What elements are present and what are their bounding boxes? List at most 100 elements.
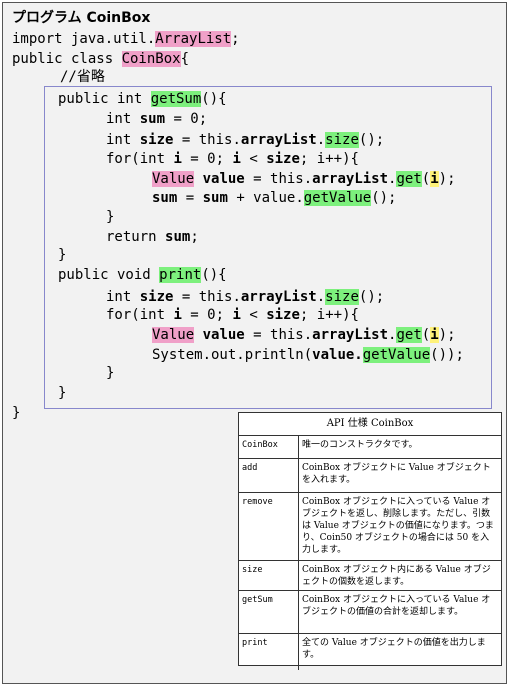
api-row: add CoinBox オブジェクトに Value オブジェクトを入れます。 bbox=[239, 459, 501, 493]
code-line-size-init: int size = this.arrayList.size(); bbox=[106, 131, 384, 149]
get-method-highlight: get bbox=[396, 327, 422, 343]
i-var: i bbox=[232, 151, 241, 167]
arraylist-field: arrayList bbox=[312, 327, 389, 343]
call-end: (); bbox=[358, 289, 385, 305]
increment: i++ bbox=[316, 307, 343, 323]
paren-close: ); bbox=[438, 171, 456, 187]
getvalue-method-highlight: getValue bbox=[303, 190, 372, 206]
size-method-highlight: size bbox=[325, 289, 359, 305]
getvalue-method-highlight: getValue bbox=[362, 347, 431, 363]
println-call: System.out.println( bbox=[152, 347, 313, 363]
less-than: < bbox=[240, 307, 267, 323]
int-keyword: int bbox=[106, 111, 140, 127]
call-end: (); bbox=[358, 132, 385, 148]
code-line-class: public class CoinBox{ bbox=[12, 50, 189, 68]
getsum-method-highlight: getSum bbox=[150, 91, 202, 107]
eq-zero-semi: = 0; bbox=[181, 151, 233, 167]
code-line-return: return sum; bbox=[106, 228, 199, 246]
eq-zero-semi: = 0; bbox=[181, 307, 233, 323]
api-row: size CoinBox オブジェクト内にある Value オブジェクトの個数を… bbox=[239, 561, 501, 591]
api-title: API 仕様 CoinBox bbox=[239, 413, 501, 436]
api-method-name: CoinBox bbox=[239, 436, 299, 458]
code-line-println: System.out.println(value.getValue()); bbox=[152, 346, 464, 364]
plus-value: + value. bbox=[227, 190, 304, 206]
import-keyword: import java.util. bbox=[12, 31, 156, 47]
code-line-import: import java.util.ArrayList; bbox=[12, 30, 240, 48]
size-var: size bbox=[139, 289, 174, 305]
call-end: (); bbox=[371, 190, 397, 206]
get-method-highlight: get bbox=[396, 171, 422, 187]
semi: ; bbox=[190, 229, 199, 245]
class-keyword: public class bbox=[12, 51, 122, 67]
code-line-for-close-2: } bbox=[106, 365, 115, 381]
eq-this: = this. bbox=[244, 171, 313, 187]
api-method-desc: CoinBox オブジェクト内にある Value オブジェクトの個数を返します。 bbox=[302, 565, 491, 587]
sum-var: sum bbox=[202, 190, 228, 206]
print-paren: (){ bbox=[201, 267, 227, 283]
arraylist-class-highlight: ArrayList bbox=[155, 31, 232, 47]
i-var: i bbox=[232, 307, 241, 323]
arraylist-field: arrayList bbox=[240, 289, 317, 305]
sum-var: sum bbox=[152, 190, 178, 206]
value-var: value bbox=[194, 171, 245, 187]
api-method-name: print bbox=[239, 634, 299, 670]
paren-open: ( bbox=[421, 171, 431, 187]
i-var: i bbox=[173, 151, 182, 167]
getsum-return-type: public int bbox=[58, 91, 151, 107]
api-method-desc: CoinBox オブジェクトに Value オブジェクトを入れます。 bbox=[302, 463, 491, 485]
code-line-value-get-1: Value value = this.arrayList.get(i); bbox=[152, 170, 456, 188]
api-row: print 全ての Value オブジェクトの価値を出力します。 bbox=[239, 634, 501, 670]
eq-this: = this. bbox=[244, 327, 313, 343]
api-row: remove CoinBox オブジェクトに入っている Value オブジェクト… bbox=[239, 493, 501, 561]
code-line-for-2: for(int i = 0; i < size; i++){ bbox=[106, 306, 359, 324]
sum-var: sum bbox=[139, 111, 166, 127]
i-var: i bbox=[173, 307, 182, 323]
value-type-highlight: Value bbox=[152, 327, 195, 343]
print-return-type: public void bbox=[58, 267, 160, 283]
paren-open: ( bbox=[421, 327, 431, 343]
size-var: size bbox=[266, 307, 300, 323]
arraylist-field: arrayList bbox=[312, 171, 389, 187]
getsum-paren: (){ bbox=[201, 91, 227, 107]
api-method-desc: 全ての Value オブジェクトの価値を出力します。 bbox=[302, 638, 486, 660]
int-keyword: int bbox=[106, 289, 140, 305]
for-keyword: for(int bbox=[106, 151, 174, 167]
eq-zero: = 0; bbox=[165, 111, 208, 127]
code-line-value-get-2: Value value = this.arrayList.get(i); bbox=[152, 326, 456, 344]
api-method-name: getSum bbox=[239, 591, 299, 633]
println-end: ()); bbox=[430, 347, 464, 363]
i-arg-highlight: i bbox=[430, 171, 439, 187]
value-var: value bbox=[194, 327, 245, 343]
api-method-desc: CoinBox オブジェクトに入っている Value オブジェクトの価値の合計を… bbox=[302, 595, 491, 617]
eq-this: = this. bbox=[173, 289, 241, 305]
api-method-name: add bbox=[239, 459, 299, 492]
print-method-highlight: print bbox=[159, 267, 202, 283]
dot: . bbox=[316, 289, 326, 305]
paren-close: ); bbox=[438, 327, 456, 343]
code-line-for-1: for(int i = 0; i < size; i++){ bbox=[106, 150, 359, 168]
for-keyword: for(int bbox=[106, 307, 174, 323]
code-line-getsum-close: } bbox=[58, 247, 67, 263]
coinbox-class-highlight: CoinBox bbox=[121, 51, 181, 67]
code-line-print-close: } bbox=[58, 385, 67, 401]
class-brace: { bbox=[180, 51, 190, 67]
return-keyword: return bbox=[106, 229, 166, 245]
size-method-highlight: size bbox=[325, 132, 359, 148]
import-end: ; bbox=[231, 31, 240, 47]
code-line-sum-init: int sum = 0; bbox=[106, 110, 207, 128]
code-line-sum-add: sum = sum + value.getValue(); bbox=[152, 189, 396, 207]
arraylist-field: arrayList bbox=[240, 132, 317, 148]
api-method-name: size bbox=[239, 561, 299, 590]
program-title: プログラム CoinBox bbox=[12, 10, 151, 26]
increment: i++ bbox=[316, 151, 343, 167]
code-line-print-decl: public void print(){ bbox=[58, 266, 227, 284]
loop-open: ){ bbox=[342, 307, 359, 323]
value-ref: value. bbox=[312, 347, 363, 363]
code-line-getsum-decl: public int getSum(){ bbox=[58, 90, 227, 108]
semi: ; bbox=[299, 151, 317, 167]
eq-this: = this. bbox=[173, 132, 241, 148]
sum-var: sum bbox=[165, 229, 191, 245]
value-type-highlight: Value bbox=[152, 171, 195, 187]
dot: . bbox=[316, 132, 326, 148]
i-arg-highlight: i bbox=[430, 327, 439, 343]
